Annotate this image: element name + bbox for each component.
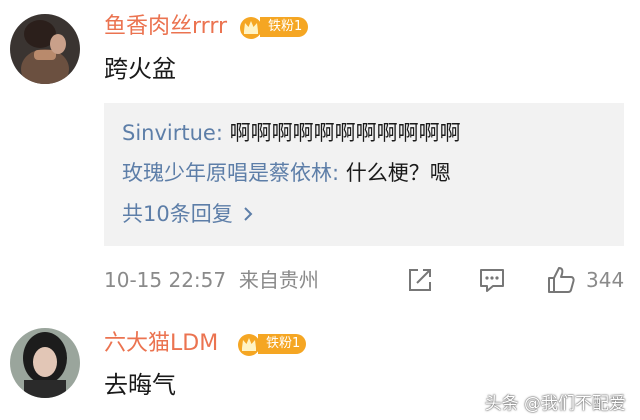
reply-author[interactable]: Sinvirtue:	[122, 121, 223, 145]
reply-text: 什么梗？嗯	[339, 161, 451, 185]
avatar[interactable]	[10, 328, 80, 398]
reply-author[interactable]: 玫瑰少年原唱是蔡依林:	[122, 161, 339, 185]
timestamp-location: 10-15 22:57 来自贵州	[104, 265, 319, 295]
more-replies-label: 共10条回复	[122, 202, 233, 226]
crown-icon	[238, 334, 260, 356]
like-count: 344	[586, 268, 625, 292]
username[interactable]: 六大猫LDM	[104, 330, 218, 358]
view-all-replies-link[interactable]: 共10条回复	[122, 200, 253, 228]
avatar[interactable]	[10, 14, 80, 84]
reply-preview-box[interactable]: Sinvirtue: 啊啊啊啊啊啊啊啊啊啊啊 玫瑰少年原唱是蔡依林: 什么梗？嗯…	[104, 103, 624, 246]
share-icon	[409, 269, 431, 291]
chevron-right-icon	[244, 207, 253, 221]
like-button[interactable]: 344	[546, 265, 624, 295]
reply-item[interactable]: Sinvirtue: 啊啊啊啊啊啊啊啊啊啊啊	[122, 119, 461, 147]
timestamp: 10-15 22:57	[104, 268, 227, 292]
thumbs-up-icon	[548, 267, 575, 293]
comment-meta-row: 10-15 22:57 来自贵州 344	[104, 265, 634, 295]
comment-text: 去晦气	[104, 371, 176, 399]
fan-badge[interactable]: 铁粉1	[236, 333, 307, 356]
share-button[interactable]	[406, 265, 434, 295]
location: 来自贵州	[238, 268, 319, 292]
fan-badge-label: 铁粉1	[260, 17, 309, 37]
comment-icon	[480, 269, 504, 292]
username[interactable]: 鱼香肉丝rrrr	[104, 13, 227, 41]
fan-badge-label: 铁粉1	[258, 334, 307, 354]
reply-item[interactable]: 玫瑰少年原唱是蔡依林: 什么梗？嗯	[122, 159, 451, 187]
reply-text: 啊啊啊啊啊啊啊啊啊啊啊	[222, 121, 461, 145]
fan-badge[interactable]: 铁粉1	[238, 16, 309, 39]
watermark: 头条 @我们不配爱	[484, 394, 626, 414]
comment-button[interactable]	[478, 265, 506, 295]
crown-icon	[240, 17, 262, 39]
comment-text: 跨火盆	[104, 55, 176, 83]
